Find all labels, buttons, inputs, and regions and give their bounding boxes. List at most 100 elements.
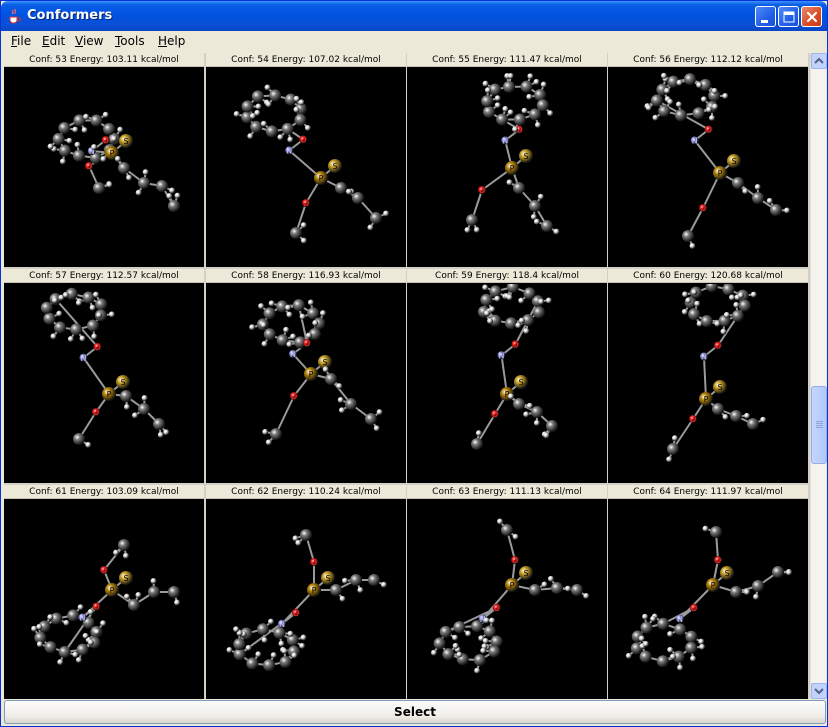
hydrogen-atom <box>523 328 530 335</box>
conformers-window: Conformers File Edit View Tools Help Con… <box>0 0 828 727</box>
molecule-viewer[interactable]: PNOSO <box>407 284 607 483</box>
conformer-cell-54[interactable]: Conf: 54 Energy: 107.02 kcal/mol PNOSO <box>206 53 406 267</box>
scroll-down-button[interactable] <box>811 683 827 699</box>
conformer-cell-57[interactable]: Conf: 57 Energy: 112.57 kcal/mol PNOSO <box>4 269 204 483</box>
hydrogen-atom <box>261 340 268 347</box>
conformer-cell-59[interactable]: Conf: 59 Energy: 118.4 kcal/mol PNOSO <box>407 269 607 483</box>
hydrogen-atom <box>342 577 349 584</box>
scroll-up-button[interactable] <box>811 53 827 69</box>
carbon-atom <box>251 90 264 103</box>
menu-help[interactable]: Help <box>158 34 185 48</box>
molecule-viewer[interactable]: PNOSO <box>407 68 607 267</box>
carbon-atom <box>503 80 516 93</box>
close-button[interactable] <box>801 6 822 27</box>
conformer-cell-62[interactable]: Conf: 62 Energy: 110.24 kcal/mol PNOSO <box>206 485 406 699</box>
molecule-viewer[interactable]: PNOSO <box>608 284 808 483</box>
carbon-atom <box>571 584 583 596</box>
minimize-button[interactable] <box>755 6 776 27</box>
title-bar[interactable]: Conformers <box>1 1 827 31</box>
bond <box>679 584 714 620</box>
conformer-label: Conf: 54 Energy: 107.02 kcal/mol <box>206 53 406 67</box>
carbon-atom <box>533 306 546 319</box>
carbon-atom <box>345 398 357 410</box>
menu-file[interactable]: File <box>11 34 31 48</box>
maximize-button[interactable] <box>778 6 799 27</box>
conformer-cell-58[interactable]: Conf: 58 Energy: 116.93 kcal/mol PNOSO <box>206 269 406 483</box>
hydrogen-atom <box>564 585 571 592</box>
molecule-viewer[interactable]: PNOSO <box>206 500 406 699</box>
hydrogen-atom <box>36 623 43 630</box>
molecule-viewer[interactable]: PNOSO <box>407 500 607 699</box>
carbon-atom <box>529 200 541 212</box>
molecule-viewer[interactable]: PNOSO <box>4 68 204 267</box>
conformer-cell-53[interactable]: Conf: 53 Energy: 103.11 kcal/mol PNOSO <box>4 53 204 267</box>
maximize-icon <box>783 11 795 23</box>
hydrogen-atom <box>547 110 554 117</box>
hydrogen-atom <box>233 111 240 118</box>
molecule-viewer[interactable]: PNOSO <box>4 500 204 699</box>
hydrogen-atom <box>255 103 262 110</box>
hydrogen-atom <box>456 651 463 658</box>
hydrogen-atom <box>312 319 319 326</box>
hydrogen-atom <box>260 322 267 329</box>
carbon-atom <box>656 655 669 668</box>
carbon-atom <box>103 123 116 136</box>
hydrogen-atom <box>512 533 519 540</box>
hydrogen-atom <box>494 295 501 302</box>
hydrogen-atom <box>660 72 667 79</box>
atom-label: O <box>512 556 518 565</box>
carbon-atom <box>263 659 276 672</box>
hydrogen-atom <box>123 593 130 600</box>
hydrogen-atom <box>527 73 534 80</box>
atom-label: S <box>332 162 337 171</box>
conformer-cell-63[interactable]: Conf: 63 Energy: 111.13 kcal/mol PNOSO <box>407 485 607 699</box>
carbon-atom <box>682 230 694 242</box>
carbon-atom <box>712 403 724 415</box>
carbon-atom <box>732 177 744 189</box>
conformer-cell-64[interactable]: Conf: 64 Energy: 111.97 kcal/mol PNOSO <box>608 485 808 699</box>
menu-view[interactable]: View <box>75 34 103 48</box>
hydrogen-atom <box>766 197 773 204</box>
hydrogen-atom <box>91 144 98 151</box>
molecule-viewer[interactable]: PNOSO <box>4 284 204 483</box>
grip-line <box>816 425 823 426</box>
hydrogen-atom <box>93 291 100 298</box>
menu-bar: File Edit View Tools Help <box>4 31 824 53</box>
molecule-viewer[interactable]: PNOSO <box>206 68 406 267</box>
hydrogen-atom <box>261 637 268 644</box>
atom-label: P <box>510 164 515 173</box>
hydrogen-atom <box>290 333 297 340</box>
hydrogen-atom <box>750 291 757 298</box>
conformer-cell-60[interactable]: Conf: 60 Energy: 120.68 kcal/mol PNOSO <box>608 269 808 483</box>
atom-label: O <box>690 415 696 424</box>
select-button[interactable]: Select <box>4 700 826 724</box>
menu-edit[interactable]: Edit <box>42 34 65 48</box>
conformer-cell-61[interactable]: Conf: 61 Energy: 103.09 kcal/mol PNOSO <box>4 485 204 699</box>
carbon-atom <box>640 621 653 634</box>
hydrogen-atom <box>452 642 459 649</box>
atom-label: O <box>715 342 721 351</box>
carbon-atom <box>93 182 105 194</box>
hydrogen-atom <box>300 634 307 641</box>
carbon-atom <box>731 309 744 322</box>
hydrogen-atom <box>682 291 689 298</box>
hydrogen-atom <box>260 120 267 127</box>
molecule-viewer[interactable]: PNOSO <box>206 284 406 483</box>
molecule-viewer[interactable]: PNOSO <box>608 500 808 699</box>
atom-label: O <box>700 204 706 213</box>
hydrogen-atom <box>113 549 120 556</box>
carbon-atom <box>710 526 722 538</box>
menu-tools[interactable]: Tools <box>115 34 145 48</box>
molecule-viewer[interactable]: PNOSO <box>608 68 808 267</box>
scroll-thumb[interactable] <box>811 386 827 464</box>
hydrogen-atom <box>785 569 792 576</box>
hydrogen-atom <box>753 593 760 600</box>
hydrogen-atom <box>760 416 767 423</box>
vertical-scrollbar[interactable] <box>810 53 827 699</box>
carbon-atom <box>44 641 57 654</box>
hydrogen-atom <box>75 299 82 306</box>
hydrogen-atom <box>521 107 528 114</box>
conformer-cell-55[interactable]: Conf: 55 Energy: 111.47 kcal/mol PNOSO <box>407 53 607 267</box>
conformer-cell-56[interactable]: Conf: 56 Energy: 112.12 kcal/mol PNOSO <box>608 53 808 267</box>
hydrogen-atom <box>642 613 649 620</box>
